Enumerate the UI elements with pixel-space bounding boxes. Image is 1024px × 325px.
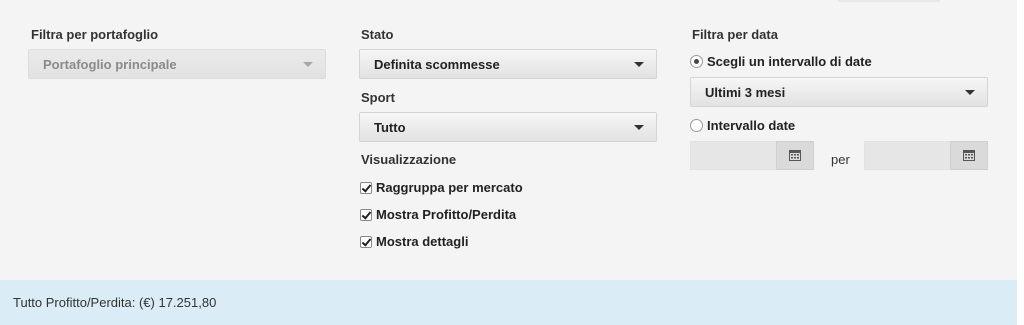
calendar-icon: [963, 150, 975, 161]
chevron-down-icon: [965, 90, 975, 95]
display-label: Visualizzazione: [361, 152, 457, 167]
portfolio-select[interactable]: Portafoglio principale: [28, 49, 326, 79]
date-filter-label: Filtra per data: [692, 27, 778, 42]
total-profit-loss-text: Tutto Profitto/Perdita: (€) 17.251,80: [13, 295, 217, 310]
chevron-down-icon: [634, 125, 644, 130]
date-range-option-label: Scegli un intervallo di date: [707, 54, 872, 69]
date-range-option[interactable]: Scegli un intervallo di date: [690, 54, 872, 69]
show-details-option[interactable]: Mostra dettagli: [360, 234, 468, 249]
show-details-label: Mostra dettagli: [376, 234, 469, 249]
custom-date-option-label: Intervallo date: [707, 118, 796, 133]
status-select[interactable]: Definita scommesse: [359, 49, 657, 79]
chevron-down-icon: [303, 62, 313, 67]
group-by-market-label: Raggruppa per mercato: [376, 180, 523, 195]
date-range-select-value: Ultimi 3 mesi: [705, 84, 786, 100]
date-separator: per: [831, 152, 850, 167]
top-divider: [838, 0, 940, 2]
portfolio-filter-label: Filtra per portafoglio: [31, 27, 159, 42]
show-profit-loss-label: Mostra Profitto/Perdita: [376, 207, 517, 222]
date-from-calendar-button[interactable]: [776, 141, 814, 170]
custom-date-option[interactable]: Intervallo date: [690, 118, 795, 133]
chevron-down-icon: [634, 62, 644, 67]
group-by-market-option[interactable]: Raggruppa per mercato: [360, 180, 523, 195]
calendar-icon: [789, 150, 801, 161]
group-by-market-checkbox[interactable]: [360, 181, 372, 194]
sport-select[interactable]: Tutto: [359, 112, 657, 142]
show-details-checkbox[interactable]: [360, 235, 372, 248]
date-from-input[interactable]: [690, 141, 778, 170]
custom-date-radio[interactable]: [690, 119, 703, 132]
portfolio-select-value: Portafoglio principale: [43, 56, 177, 72]
date-to-input[interactable]: [864, 141, 952, 170]
status-select-value: Definita scommesse: [374, 56, 500, 72]
date-to-calendar-button[interactable]: [950, 141, 988, 170]
profit-loss-summary: Tutto Profitto/Perdita: (€) 17.251,80: [0, 280, 1017, 325]
sport-label: Sport: [361, 90, 395, 105]
date-range-select[interactable]: Ultimi 3 mesi: [690, 77, 988, 107]
show-profit-loss-option[interactable]: Mostra Profitto/Perdita: [360, 207, 516, 222]
show-profit-loss-checkbox[interactable]: [360, 208, 372, 221]
status-label: Stato: [361, 27, 394, 42]
date-range-radio[interactable]: [690, 55, 703, 68]
sport-select-value: Tutto: [374, 119, 406, 135]
